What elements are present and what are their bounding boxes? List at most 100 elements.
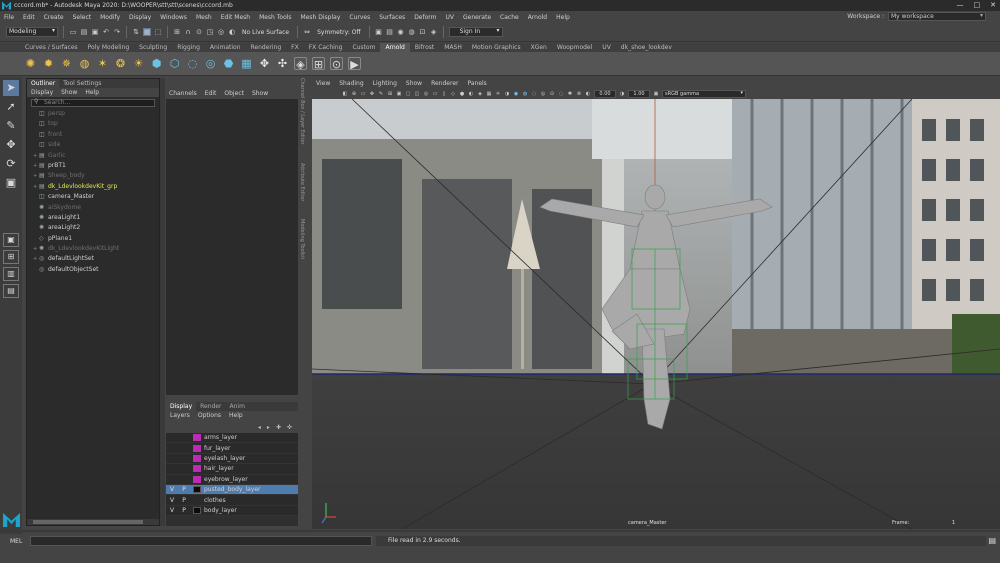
layer-menu-help[interactable]: Help [229,411,243,421]
camera-attributes-icon[interactable]: ◧ [342,91,348,97]
layer-row[interactable]: arms_layer [166,433,298,444]
ipr-icon[interactable]: ◍ [408,28,416,36]
viewport-menu-panels[interactable]: Panels [467,79,486,88]
menu-deform[interactable]: Deform [414,14,436,21]
maximize-icon[interactable]: □ [974,1,981,9]
field-chart-icon[interactable]: ◎ [423,91,429,97]
viewport-menu-renderer[interactable]: Renderer [431,79,458,88]
sign-in-dropdown[interactable]: Sign In [448,27,503,37]
anti-aliasing-icon[interactable]: ◌ [531,91,537,97]
close-icon[interactable]: ✕ [990,1,996,9]
render-globals-icon[interactable]: ⊡ [419,28,427,36]
gate-mask-icon[interactable]: ◫ [414,91,420,97]
skydome-light-icon[interactable]: ◍ [78,57,91,70]
tab-display-layers[interactable]: Display [166,402,197,411]
select-object-icon[interactable]: ▦ [143,28,151,36]
layer-color-swatch[interactable] [193,444,201,452]
layer-color-swatch[interactable] [193,486,201,494]
layer-playback-toggle[interactable]: P [178,507,190,514]
shelf-tab-fx[interactable]: FX [286,43,304,52]
outliner-item[interactable]: ◫ front [33,130,159,140]
outliner-item[interactable]: + ▤ dk_LdevlookdevKit_grp [33,182,159,192]
outliner-item[interactable]: ◎ defaultObjectSet [33,265,159,275]
layer-row[interactable]: V Pbody_layer [166,505,298,517]
motion-blur-icon[interactable]: ◍ [522,91,528,97]
outliner-menu-help[interactable]: Help [85,88,99,97]
single-perspective-layout-icon[interactable]: ▣ [3,233,19,247]
shelf-tab-arnold[interactable]: Arnold [380,43,410,52]
script-editor-icon[interactable]: ▤ [988,536,996,545]
tab-anim-layers[interactable]: Anim [226,402,249,411]
outliner-item[interactable]: + ▤ prBT1 [33,161,159,171]
menu-create[interactable]: Create [44,14,64,21]
new-layer-selected-icon[interactable]: ✜ [287,424,292,431]
menu-set-dropdown[interactable]: Modeling [6,27,58,37]
snap-curve-icon[interactable]: ∩ [184,28,192,36]
outliner-item[interactable]: ◫ persp [33,109,159,119]
new-layer-icon[interactable]: ✚ [276,424,281,431]
menu-cache[interactable]: Cache [500,14,519,21]
viewport-menu-view[interactable]: View [316,79,330,88]
layer-color-swatch[interactable] [193,475,201,483]
move-tool-icon[interactable]: ✥ [3,137,19,153]
use-all-lights-icon[interactable]: ☀ [495,91,501,97]
curve-collector-icon[interactable]: ⬣ [222,57,235,70]
isolate-select-icon[interactable]: ⊙ [549,91,555,97]
channel-menu-show[interactable]: Show [252,89,268,99]
move-layer-down-icon[interactable]: ▸ [267,424,270,431]
open-scene-icon[interactable]: ▤ [80,28,88,36]
layer-visibility-toggle[interactable]: V [166,497,178,504]
arnold-render-icon[interactable]: ✺ [24,57,37,70]
menu-edit-mesh[interactable]: Edit Mesh [221,14,250,21]
command-input[interactable] [30,536,372,546]
gamma-icon[interactable]: ◑ [619,91,625,97]
color-management-icon[interactable]: ▣ [653,91,659,97]
outliner-menu-display[interactable]: Display [31,88,53,97]
snap-surface-icon[interactable]: ◎ [217,28,225,36]
resolution-gate-icon[interactable]: ▢ [405,91,411,97]
live-surface-icon[interactable]: ◐ [228,28,236,36]
layer-color-swatch[interactable] [193,454,201,462]
light-editor-icon[interactable]: ✣ [276,57,289,70]
outliner-item[interactable]: ✺ aiSkydome [33,203,159,213]
menu-file[interactable]: File [4,14,14,21]
tab-modeling-toolkit[interactable]: Modeling Toolkit [299,219,305,259]
menu-mesh[interactable]: Mesh [196,14,212,21]
outliner-item[interactable]: ◫ camera_Master [33,192,159,202]
menu-generate[interactable]: Generate [463,14,491,21]
standin-icon[interactable]: ⬡ [168,57,181,70]
outliner-item[interactable]: ◇ pPlane1 [33,234,159,244]
snap-grid-icon[interactable]: ⊞ [173,28,181,36]
symmetry-icon[interactable]: ⇔ [303,28,311,36]
menu-mesh-tools[interactable]: Mesh Tools [259,14,291,21]
shelf-tab-poly-modeling[interactable]: Poly Modeling [83,43,135,52]
export-standin-icon[interactable]: ◈ [294,57,307,71]
lasso-tool-icon[interactable]: ➚ [3,99,19,115]
outliner-item[interactable]: + ▤ Garlic [33,151,159,161]
menu-edit[interactable]: Edit [23,14,35,21]
viewport-menu-lighting[interactable]: Lighting [373,79,397,88]
perspective-viewport[interactable]: camera_Master Frame: 1 [312,99,1000,529]
menu-curves[interactable]: Curves [349,14,370,21]
paint-select-icon[interactable]: ✎ [3,118,19,134]
command-language-toggle[interactable]: MEL [0,538,30,545]
rotate-tool-icon[interactable]: ⟳ [3,156,19,172]
minimize-icon[interactable]: — [957,1,964,9]
view-transform-dropdown[interactable]: sRGB gamma [662,89,746,98]
safe-title-icon[interactable]: ▯ [441,91,447,97]
layer-menu-options[interactable]: Options [198,411,221,421]
viewport-menu-show[interactable]: Show [406,79,422,88]
redo-icon[interactable]: ↷ [113,28,121,36]
layer-playback-toggle[interactable]: P [178,486,190,493]
layer-row[interactable]: fur_layer [166,443,298,454]
outliner-item[interactable]: ✺ areaLight2 [33,223,159,233]
outliner-item[interactable]: ✺ areaLight1 [33,213,159,223]
outliner-menu-show[interactable]: Show [61,88,77,97]
layer-color-swatch[interactable] [193,506,201,514]
outliner-item[interactable]: ◫ top [33,119,159,129]
outliner-search-input[interactable]: Search... [31,99,155,107]
menu-arnold[interactable]: Arnold [528,14,547,21]
outliner-item[interactable]: + ▤ Sheep_body [33,171,159,181]
menu-select[interactable]: Select [73,14,92,21]
outliner-layout-icon[interactable]: ▤ [3,284,19,298]
